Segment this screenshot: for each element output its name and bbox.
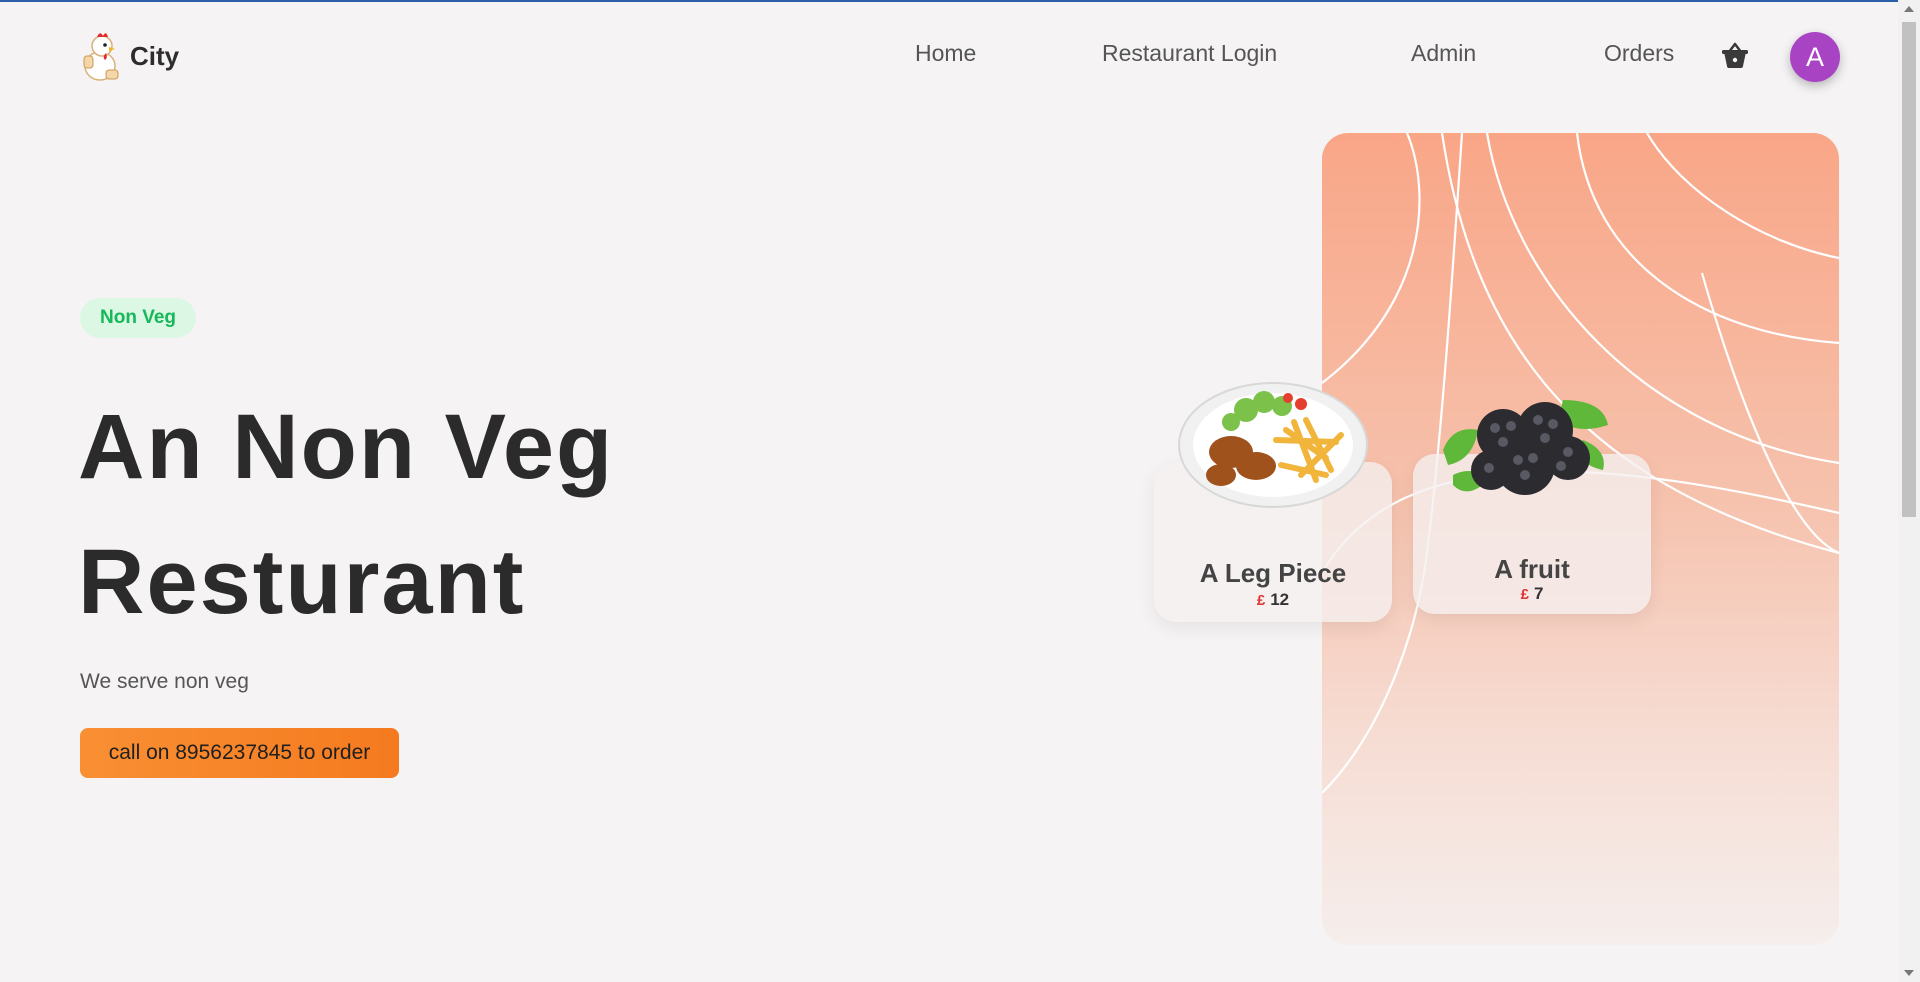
scroll-down-arrow-icon[interactable] [1904,970,1914,976]
chicken-fries-plate-image [1178,382,1368,508]
card-price-row: £7 [1413,584,1651,604]
user-avatar[interactable]: A [1790,32,1840,82]
card-title: A Leg Piece [1199,558,1347,588]
currency-symbol: £ [1520,586,1529,603]
nav-admin[interactable]: Admin [1411,40,1476,67]
blackberries-image [1443,400,1608,495]
category-badge: Non Veg [80,298,197,338]
hero-headline: An Non Veg Resturant [78,380,778,650]
brand-name: City [130,40,180,71]
scrollbar-thumb[interactable] [1902,22,1916,517]
nav-restaurant-login[interactable]: Restaurant Login [1102,40,1277,67]
headline-line-1: An Non Veg [78,396,615,498]
food-card-leg-piece[interactable]: A Leg Piece £12 [1154,382,1392,622]
card-price: 7 [1533,584,1544,603]
brand-logo[interactable]: City [78,30,179,82]
nav-orders[interactable]: Orders [1604,40,1674,67]
call-to-order-button[interactable]: call on 8956237845 to order [80,728,399,778]
currency-symbol: £ [1256,592,1266,609]
nav-home[interactable]: Home [915,40,976,67]
hero-subtitle: We serve non veg [80,670,249,693]
card-title: A fruit [1494,554,1570,584]
card-price: 12 [1270,590,1290,609]
card-price-row: £12 [1154,590,1392,610]
header: City Home Restaurant Login Admin Orders … [0,0,1898,114]
headline-line-2: Resturant [78,531,526,633]
basket-icon[interactable] [1720,42,1750,70]
food-card-fruit[interactable]: A fruit £7 [1413,400,1651,614]
vertical-scrollbar[interactable] [1898,0,1920,982]
chicken-chef-icon [83,33,119,81]
scroll-up-arrow-icon[interactable] [1904,6,1914,12]
